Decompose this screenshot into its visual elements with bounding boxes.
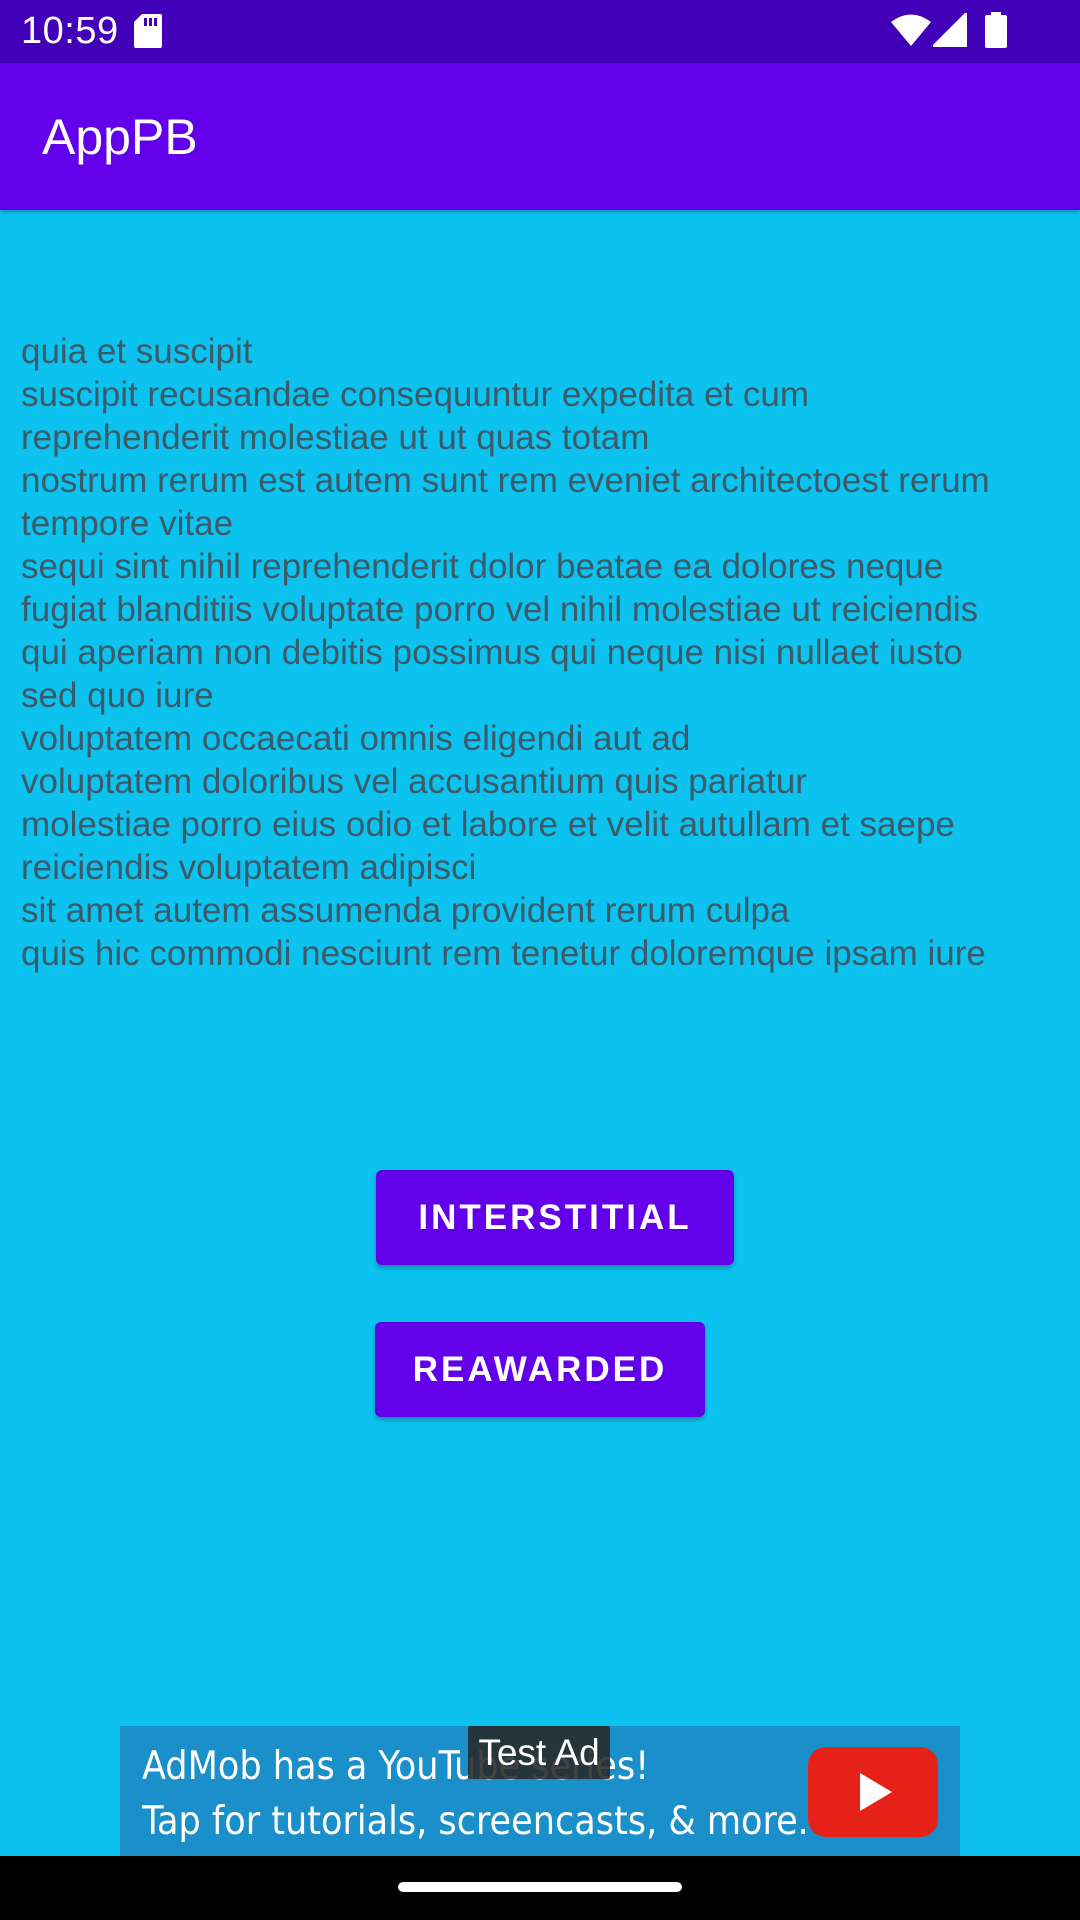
- wifi-icon: [891, 14, 931, 46]
- interstitial-button[interactable]: INTERSTITIAL: [376, 1170, 734, 1265]
- home-gesture-handle[interactable]: [398, 1882, 682, 1892]
- app-bar: AppPB: [0, 63, 1080, 210]
- navigation-bar: [0, 1856, 1080, 1920]
- test-ad-label: Test Ad: [468, 1726, 610, 1779]
- signal-icon: [933, 13, 967, 47]
- content-text: quia et suscipit suscipit recusandae con…: [21, 332, 990, 973]
- sd-card-icon: [134, 14, 162, 48]
- status-bar: 10:59: [0, 0, 1080, 63]
- status-time: 10:59: [21, 10, 119, 52]
- rewarded-button[interactable]: REAWARDED: [375, 1322, 705, 1417]
- youtube-play-icon[interactable]: [808, 1747, 938, 1837]
- ad-subline: Tap for tutorials, screencasts, & more.: [142, 1799, 809, 1844]
- app-title: AppPB: [42, 109, 198, 165]
- battery-icon: [985, 12, 1007, 48]
